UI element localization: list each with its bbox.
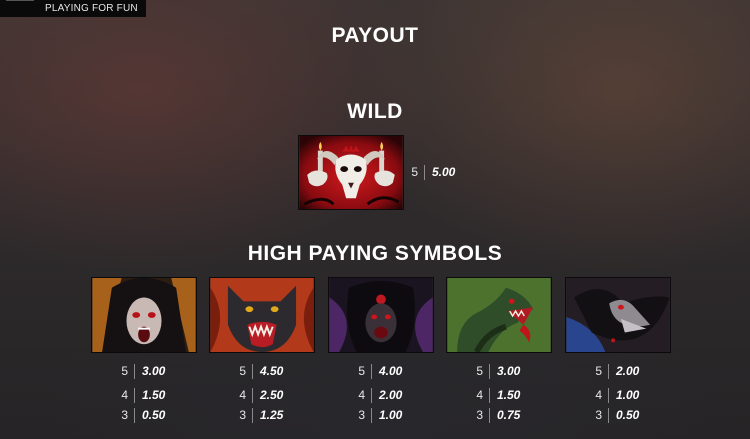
high-paying-symbols-title: HIGH PAYING SYMBOLS [247, 242, 503, 265]
screaming-woman-icon [92, 278, 196, 352]
pay-row: 3 1.00 [355, 406, 402, 424]
pay-value: 3.00 [142, 364, 166, 378]
pay-row: 3 1.25 [236, 406, 283, 424]
pay-value: 1.50 [497, 388, 521, 402]
pay-value: 2.50 [260, 388, 284, 402]
pay-value: 0.50 [616, 408, 640, 422]
pay-value: 1.25 [260, 408, 284, 422]
pay-count: 4 [476, 388, 483, 402]
pay-count: 5 [239, 364, 246, 378]
pay-value: 4.00 [379, 364, 403, 378]
pay-count: 5 [121, 364, 128, 378]
pay-count: 3 [595, 408, 602, 422]
pay-row: 3 0.50 [592, 406, 639, 424]
playing-for-fun-label: PLAYING FOR FUN [0, 0, 146, 17]
divider [424, 164, 425, 180]
pay-row: 4 1.50 [473, 386, 520, 404]
pay-row: 4 2.50 [236, 386, 283, 404]
pay-count: 5 [595, 364, 602, 378]
pay-value: 1.50 [142, 388, 166, 402]
pay-row: 3 0.50 [118, 406, 165, 424]
divider [608, 407, 609, 423]
pay-count: 4 [121, 388, 128, 402]
high-symbol-3-tile [328, 277, 434, 353]
pay-row: 5 2.00 [592, 362, 639, 380]
wild-pay-row: 5 5.00 [408, 163, 455, 181]
goat-skull-candles-icon [299, 136, 403, 209]
divider [371, 407, 372, 423]
divider [134, 363, 135, 379]
high-symbol-5-tile [565, 277, 671, 353]
pay-value: 1.00 [616, 388, 640, 402]
pay-count: 4 [595, 388, 602, 402]
high-symbol-2-tile [209, 277, 315, 353]
pay-row: 5 4.00 [355, 362, 402, 380]
pay-row: 3 0.75 [473, 406, 520, 424]
divider [608, 363, 609, 379]
divider [134, 387, 135, 403]
pay-row: 5 3.00 [118, 362, 165, 380]
wild-symbol-tile [298, 135, 404, 210]
pay-value: 4.50 [260, 364, 284, 378]
pay-value: 1.00 [379, 408, 403, 422]
raven-skull-icon [566, 278, 670, 352]
pay-value: 3.00 [497, 364, 521, 378]
pay-value: 0.50 [142, 408, 166, 422]
pay-row: 4 2.00 [355, 386, 402, 404]
pay-count: 5 [476, 364, 483, 378]
pay-value: 2.00 [616, 364, 640, 378]
snarling-wolf-icon [210, 278, 314, 352]
green-serpent-icon [447, 278, 551, 352]
pay-count: 4 [358, 388, 365, 402]
wild-section-title: WILD [347, 100, 403, 123]
divider [252, 387, 253, 403]
divider [371, 363, 372, 379]
divider [134, 407, 135, 423]
pay-count: 5 [411, 165, 418, 179]
pay-count: 3 [358, 408, 365, 422]
divider [489, 407, 490, 423]
payout-title: PAYOUT [331, 24, 419, 47]
divider [489, 387, 490, 403]
pay-value: 5.00 [432, 165, 456, 179]
pay-value: 0.75 [497, 408, 521, 422]
high-symbol-4-tile [446, 277, 552, 353]
pay-row: 5 4.50 [236, 362, 283, 380]
pay-count: 4 [239, 388, 246, 402]
pay-row: 4 1.50 [118, 386, 165, 404]
divider [252, 407, 253, 423]
pay-count: 3 [239, 408, 246, 422]
pay-row: 4 1.00 [592, 386, 639, 404]
pay-count: 3 [121, 408, 128, 422]
divider [371, 387, 372, 403]
pay-row: 5 3.00 [473, 362, 520, 380]
pay-value: 2.00 [379, 388, 403, 402]
divider [608, 387, 609, 403]
hooded-demon-icon [329, 278, 433, 352]
divider [489, 363, 490, 379]
pay-count: 3 [476, 408, 483, 422]
pay-count: 5 [358, 364, 365, 378]
high-symbol-1-tile [91, 277, 197, 353]
divider [252, 363, 253, 379]
